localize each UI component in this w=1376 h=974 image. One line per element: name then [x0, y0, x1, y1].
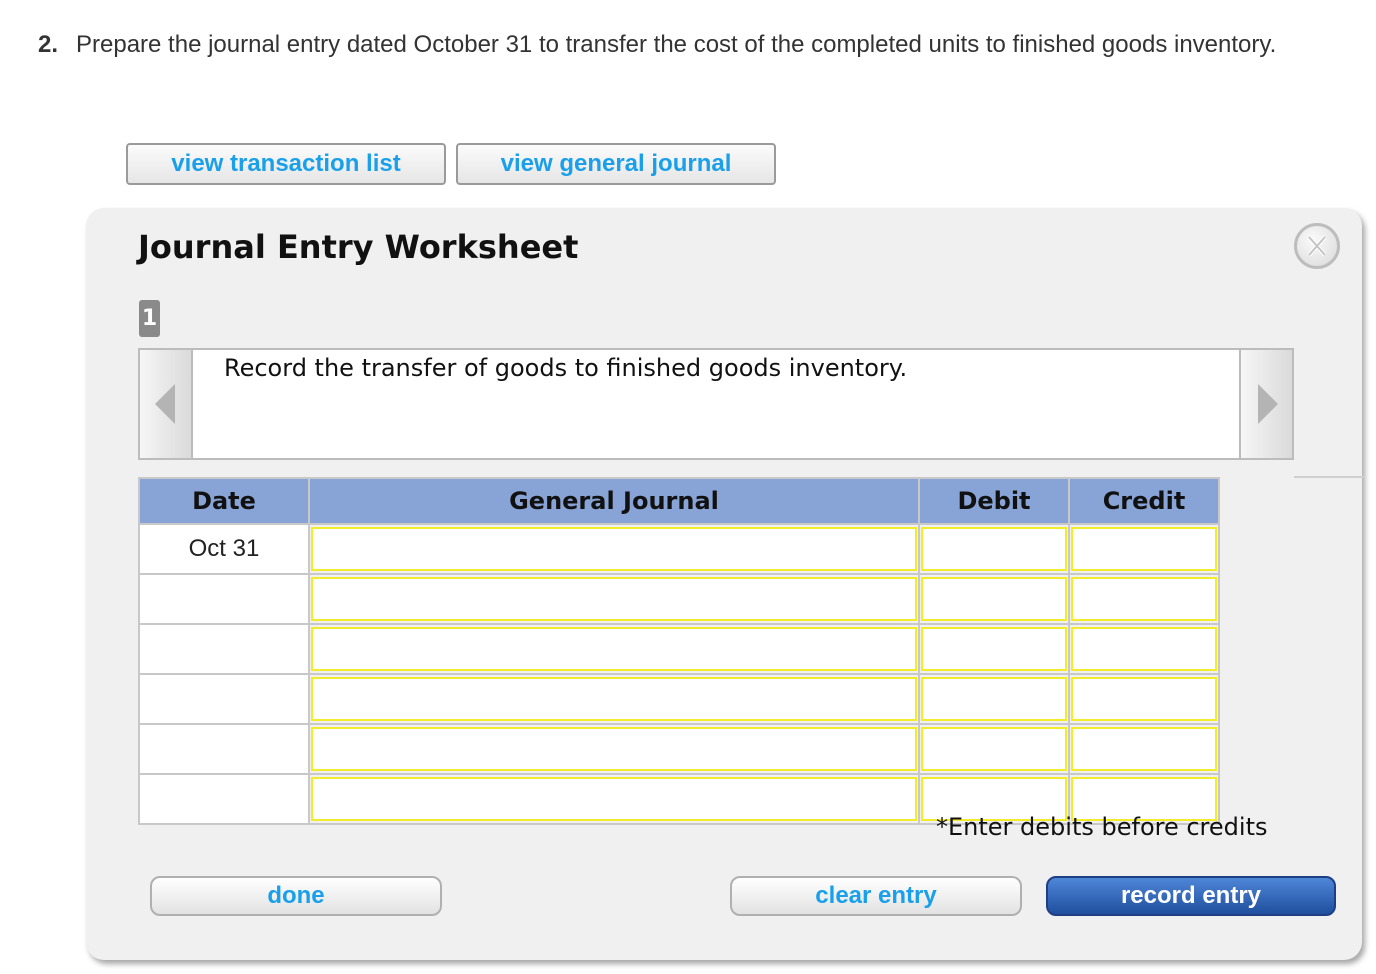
credit-cell: [1068, 573, 1220, 625]
account-input[interactable]: [311, 727, 917, 771]
worksheet-title: Journal Entry Worksheet: [138, 228, 579, 266]
credit-input[interactable]: [1071, 527, 1217, 571]
date-cell: [138, 623, 310, 675]
debit-cell: [918, 573, 1070, 625]
credit-input[interactable]: [1071, 727, 1217, 771]
date-cell: [138, 773, 310, 825]
transaction-description-box: Record the transfer of goods to finished…: [138, 348, 1294, 460]
account-cell: [308, 523, 920, 575]
debit-input[interactable]: [921, 527, 1067, 571]
record-entry-button[interactable]: record entry: [1046, 876, 1336, 916]
divider: [1294, 476, 1364, 478]
account-cell: [308, 573, 920, 625]
credit-input[interactable]: [1071, 627, 1217, 671]
date-cell: Oct 31: [138, 523, 310, 575]
question-number: 2.: [38, 31, 59, 58]
clear-entry-button[interactable]: clear entry: [730, 876, 1022, 916]
debit-input[interactable]: [921, 577, 1067, 621]
transaction-description: Record the transfer of goods to finished…: [224, 354, 908, 382]
view-transaction-list-button[interactable]: view transaction list: [126, 143, 446, 185]
credit-cell: [1068, 673, 1220, 725]
date-cell: [138, 573, 310, 625]
account-input[interactable]: [311, 527, 917, 571]
table-row: [138, 723, 1220, 775]
journal-entry-worksheet-panel: Journal Entry Worksheet 1 Record the tra…: [86, 208, 1364, 960]
close-x-icon: [1307, 235, 1327, 257]
table-row: [138, 573, 1220, 625]
debit-credit-note: *Enter debits before credits: [936, 813, 1268, 841]
account-cell: [308, 723, 920, 775]
journal-table: Date General Journal Debit Credit Oct 31: [138, 477, 1220, 825]
credit-cell: [1068, 723, 1220, 775]
account-cell: [308, 623, 920, 675]
credit-cell: [1068, 623, 1220, 675]
debit-cell: [918, 673, 1070, 725]
debit-cell: [918, 623, 1070, 675]
next-transaction-button[interactable]: [1239, 350, 1292, 458]
view-general-journal-button[interactable]: view general journal: [456, 143, 776, 185]
close-button[interactable]: [1294, 223, 1340, 269]
table-row: [138, 673, 1220, 725]
debit-input[interactable]: [921, 627, 1067, 671]
account-input[interactable]: [311, 627, 917, 671]
date-cell: [138, 723, 310, 775]
credit-input[interactable]: [1071, 577, 1217, 621]
debit-input[interactable]: [921, 677, 1067, 721]
table-row: Oct 31: [138, 523, 1220, 575]
debit-cell: [918, 523, 1070, 575]
debit-input[interactable]: [921, 727, 1067, 771]
header-date: Date: [138, 477, 310, 525]
header-credit: Credit: [1068, 477, 1220, 525]
table-row: [138, 623, 1220, 675]
debit-cell: [918, 723, 1070, 775]
header-general-journal: General Journal: [308, 477, 920, 525]
account-input[interactable]: [311, 777, 917, 821]
account-input[interactable]: [311, 677, 917, 721]
date-cell: [138, 673, 310, 725]
account-cell: [308, 673, 920, 725]
account-cell: [308, 773, 920, 825]
question-text: Prepare the journal entry dated October …: [76, 31, 1277, 58]
step-badge[interactable]: 1: [139, 300, 160, 337]
credit-cell: [1068, 523, 1220, 575]
header-debit: Debit: [918, 477, 1070, 525]
triangle-right-icon: [1257, 384, 1278, 424]
account-input[interactable]: [311, 577, 917, 621]
table-header-row: Date General Journal Debit Credit: [138, 477, 1220, 525]
credit-input[interactable]: [1071, 677, 1217, 721]
done-button[interactable]: done: [150, 876, 442, 916]
previous-transaction-button[interactable]: [140, 350, 193, 458]
triangle-left-icon: [154, 384, 175, 424]
